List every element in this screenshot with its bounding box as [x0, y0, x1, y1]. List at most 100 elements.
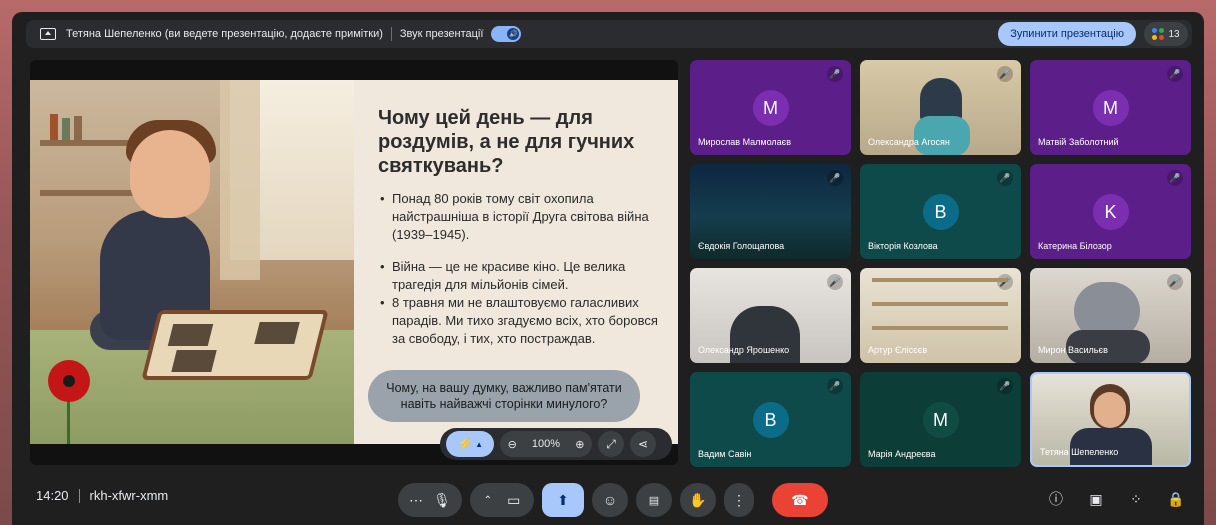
share-icon[interactable]: ⋖ [630, 431, 656, 457]
present-screen-icon: ⬆ [557, 491, 569, 508]
slide-illustration [30, 80, 354, 444]
meeting-time: 14:20 [36, 488, 69, 503]
reactions-menu-button[interactable]: ⚡ ▲ [446, 431, 494, 457]
people-button[interactable]: 13 [1144, 22, 1188, 46]
avatar: B [922, 194, 959, 230]
mic-group: ⋯ 🎙 [398, 483, 462, 517]
present-screen-icon [40, 28, 56, 40]
slide-bullet: Війна — це не красиве кіно. Це велика тр… [378, 258, 668, 294]
zoom-level: 100% [531, 438, 561, 450]
participant-name: Матвій Заболотний [1038, 137, 1119, 147]
participant-tile[interactable]: 🎤 M Мирослав Малмолаєв [690, 60, 851, 155]
emoji-reaction-button[interactable]: ☺ [592, 483, 628, 517]
more-options-button[interactable]: ⋮ [724, 483, 754, 517]
participant-tile[interactable]: 🎤 Артур Єлісєєв [860, 268, 1021, 363]
microphone-icon[interactable]: 🎙 [433, 492, 451, 509]
present-now-button[interactable]: ⬆ [542, 483, 584, 517]
side-panel-buttons: ⓘ ▣ ⁘ 🔒 [1046, 489, 1186, 509]
slide-title: Чому цей день — для роздумів, а не для г… [378, 107, 635, 177]
photo [167, 324, 214, 346]
captions-button[interactable]: ▤ [636, 483, 672, 517]
slide-controls: ⚡ ▲ ⊖ 100% ⊕ ⤢ ⋖ [440, 428, 672, 460]
avatar: K [1092, 194, 1129, 230]
participant-video-face [1094, 392, 1126, 428]
presentation-sound-toggle[interactable]: 🔊 [491, 26, 522, 42]
mic-off-icon: 🎤 [997, 66, 1013, 82]
participant-count: 13 [1168, 28, 1180, 40]
slide-bullet: 8 травня ми не влаштовуємо галасливих па… [378, 294, 668, 348]
stop-presenting-button[interactable]: Зупинити презентацію [998, 22, 1136, 46]
participant-name: Мирон Васильєв [1038, 345, 1108, 355]
host-controls-icon[interactable]: 🔒 [1166, 489, 1186, 509]
participant-name: Катерина Білозор [1038, 241, 1112, 251]
leave-call-button[interactable]: ☎ [772, 483, 828, 517]
participant-tile[interactable]: 🎤 B Вадим Савін [690, 372, 851, 467]
chat-icon[interactable]: ▣ [1086, 489, 1106, 509]
divider [78, 488, 80, 503]
call-controls-bar: 14:20 rkh-xfwr-xmm ⋯ 🎙 ⌃ ▭ ⬆ ☺ ▤ ✋ ⋮ ☎ ⓘ… [12, 475, 1204, 525]
zoom-in-icon[interactable]: ⊕ [575, 438, 584, 451]
avatar: M [922, 402, 959, 438]
zoom-out-icon[interactable]: ⊖ [508, 438, 517, 451]
mic-off-icon: 🎤 [827, 378, 843, 394]
participant-name: Євдокія Голощапова [698, 241, 785, 251]
participant-tile-self[interactable]: Тетяна Шепеленко [1030, 372, 1191, 467]
participant-tile[interactable]: 🎤 Олександра Агосян [860, 60, 1021, 155]
photo [171, 350, 217, 372]
book-spine [62, 118, 70, 140]
info-icon[interactable]: ⓘ [1046, 489, 1066, 509]
more-vert-icon: ⋮ [732, 491, 746, 508]
participant-tile[interactable]: 🎤 Мирон Васильєв [1030, 268, 1191, 363]
lightning-icon: ⚡ [456, 436, 474, 451]
poppy-flower-icon [48, 360, 90, 402]
camera-icon[interactable]: ▭ [507, 492, 520, 509]
question-bubble: Чому, на вашу думку, важливо пам'ятати н… [368, 370, 640, 422]
presentation-stage: Чому цей день — для роздумів, а не для г… [30, 60, 678, 465]
presenter-status: Тетяна Шепеленко (ви ведете презентацію,… [66, 28, 383, 40]
more-audio-options-icon[interactable]: ⋯ [409, 492, 423, 509]
presentation-banner: Тетяна Шепеленко (ви ведете презентацію,… [26, 20, 1192, 48]
hand-icon: ✋ [689, 491, 707, 508]
book-spine [74, 116, 82, 140]
shelf [872, 326, 1008, 330]
mic-off-icon: 🎤 [997, 378, 1013, 394]
divider [390, 27, 392, 41]
mic-off-icon: 🎤 [1167, 170, 1183, 186]
participant-name: Мирослав Малмолаєв [698, 137, 792, 147]
zoom-group: ⊖ 100% ⊕ [500, 431, 592, 457]
chevron-up-icon: ▲ [475, 439, 484, 449]
participant-tile[interactable]: 🎤 B Вікторія Козлова [860, 164, 1021, 259]
mic-off-icon: 🎤 [827, 170, 843, 186]
meeting-code: rkh-xfwr-xmm [89, 488, 169, 503]
participant-tile[interactable]: 🎤 Олександр Ярошенко [690, 268, 851, 363]
participant-tile[interactable]: 🎤 Євдокія Голощапова [690, 164, 851, 259]
mic-off-icon: 🎤 [1167, 66, 1183, 82]
participant-name: Артур Єлісєєв [868, 345, 928, 355]
shelf [872, 278, 1008, 282]
avatar: B [752, 402, 789, 438]
camera-group: ⌃ ▭ [470, 483, 534, 517]
participant-tile[interactable]: 🎤 M Марія Андреєва [860, 372, 1021, 467]
open-book-picture [141, 310, 329, 380]
raise-hand-button[interactable]: ✋ [680, 483, 716, 517]
slide-text-block: Чому цей день — для роздумів, а не для г… [378, 106, 668, 348]
chevron-up-icon[interactable]: ⌃ [484, 495, 492, 506]
fullscreen-icon[interactable]: ⤢ [598, 431, 624, 457]
mic-off-icon: 🎤 [827, 274, 843, 290]
captions-icon: ▤ [648, 494, 660, 507]
participant-tile[interactable]: 🎤 K Катерина Білозор [1030, 164, 1191, 259]
book-spine [50, 114, 58, 140]
activities-icon[interactable]: ⁘ [1126, 489, 1146, 509]
participant-name: Вікторія Козлова [868, 241, 938, 251]
participant-name: Марія Андреєва [868, 449, 936, 459]
mic-off-icon: 🎤 [997, 274, 1013, 290]
participant-name: Олександр Ярошенко [698, 345, 790, 355]
shelf [872, 302, 1008, 306]
participant-tile[interactable]: 🎤 M Матвій Заболотний [1030, 60, 1191, 155]
participant-name: Вадим Савін [698, 449, 752, 459]
meeting-info: 14:20 rkh-xfwr-xmm [36, 488, 168, 503]
presentation-slide: Чому цей день — для роздумів, а не для г… [30, 80, 678, 444]
participant-video-body [914, 116, 970, 155]
photo [254, 322, 300, 344]
avatar: M [752, 90, 789, 126]
